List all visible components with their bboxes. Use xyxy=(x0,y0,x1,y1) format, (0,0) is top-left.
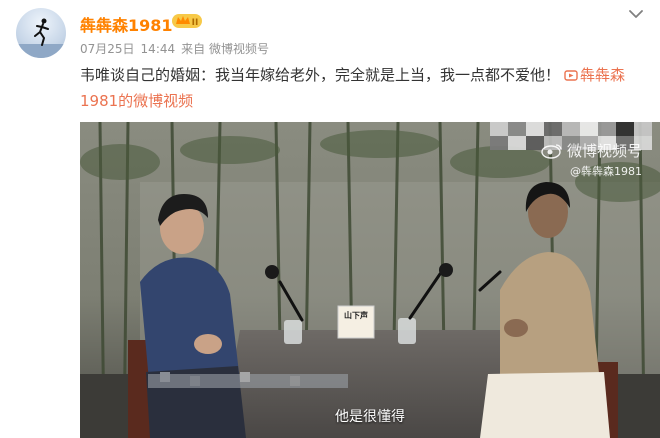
crown-badge-icon[interactable]: II xyxy=(172,12,202,30)
post-source[interactable]: 来自 微博视频号 xyxy=(181,42,269,56)
video-watermark: 微博视频号 @犇犇森1981 xyxy=(541,140,642,179)
avatar[interactable]: v xyxy=(16,8,66,58)
watermark-brand-text: 微博视频号 xyxy=(566,142,642,160)
badge-level: II xyxy=(192,18,199,28)
glass-right xyxy=(398,318,416,344)
weibo-logo-icon xyxy=(541,144,562,159)
video-link-icon xyxy=(564,70,578,81)
runner-icon xyxy=(34,18,49,46)
post-body-text: 韦唯谈自己的婚姻：我当年嫁给老外，完全就是上当，我一点都不爱他！ xyxy=(80,66,561,84)
avatar-water xyxy=(16,44,66,58)
mosaic-blur-middle xyxy=(148,372,348,388)
watermark-brand: 微博视频号 xyxy=(541,140,642,161)
post-date[interactable]: 07月25日 xyxy=(80,42,135,56)
post-time[interactable]: 14:44 xyxy=(141,42,176,56)
watermark-user: @犇犇森1981 xyxy=(570,165,642,178)
video-subtitle: 他是很懂得 xyxy=(335,409,405,425)
post-content: 韦唯谈自己的婚姻：我当年嫁给老外，完全就是上当，我一点都不爱他！ 犇犇森1981的… xyxy=(80,62,650,114)
chevron-down-icon[interactable] xyxy=(628,8,644,20)
post-header: v 犇犇森1981 II 07月25日 14:44 来自 微博视频号 xyxy=(0,0,660,64)
video-player[interactable]: 山下声 微博视频号 @犇犇森1981 他是很懂得 xyxy=(80,122,660,438)
table-sign-text: 山下声 xyxy=(344,310,368,320)
glass-left xyxy=(284,320,302,344)
username[interactable]: 犇犇森1981 xyxy=(80,12,173,36)
post-meta: 07月25日 14:44 来自 微博视频号 xyxy=(80,40,275,57)
